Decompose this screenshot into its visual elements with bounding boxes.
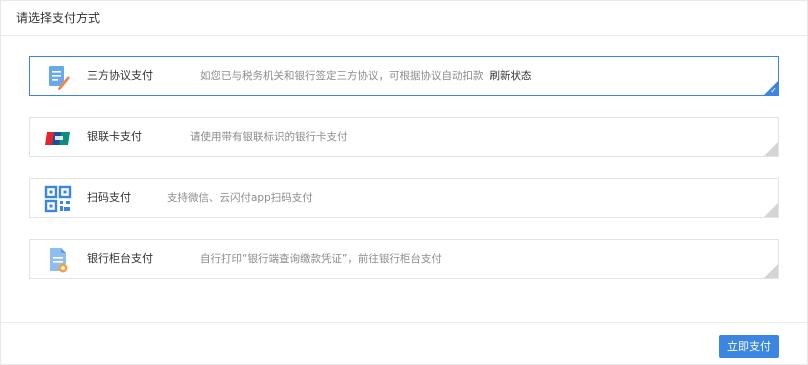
payment-option-tripartite[interactable]: 三方协议支付 如您已与税务机关和银行签定三方协议，可根据协议自动扣款 刷新状态 ✓ bbox=[29, 56, 779, 96]
panel-title: 请选择支付方式 bbox=[1, 1, 807, 36]
bank-voucher-icon bbox=[44, 246, 72, 274]
payment-option-unionpay[interactable]: 银联卡支付 请使用带有银联标识的银行卡支付 bbox=[29, 117, 779, 157]
pay-now-button[interactable]: 立即支付 bbox=[719, 335, 779, 358]
option-description: 如您已与税务机关和银行签定三方协议，可根据协议自动扣款 刷新状态 bbox=[200, 70, 532, 82]
checkmark-icon: ✓ bbox=[770, 86, 777, 95]
corner-marker bbox=[764, 203, 778, 217]
option-description: 自行打印“银行端查询缴款凭证”，前往银行柜台支付 bbox=[200, 253, 442, 265]
payment-option-bank-counter[interactable]: 银行柜台支付 自行打印“银行端查询缴款凭证”，前往银行柜台支付 bbox=[29, 239, 779, 279]
option-title: 银行柜台支付 bbox=[87, 252, 153, 265]
qr-code-icon bbox=[44, 185, 72, 213]
footer-bar: 立即支付 bbox=[1, 322, 807, 365]
option-title: 扫码支付 bbox=[87, 191, 131, 204]
option-title: 三方协议支付 bbox=[87, 69, 153, 82]
corner-marker bbox=[764, 264, 778, 278]
refresh-status-link[interactable]: 刷新状态 bbox=[490, 70, 532, 82]
payment-option-qrcode[interactable]: 扫码支付 支持微信、云闪付app扫码支付 bbox=[29, 178, 779, 218]
option-description: 支持微信、云闪付app扫码支付 bbox=[167, 192, 313, 204]
unionpay-card-icon bbox=[44, 124, 72, 152]
document-edit-icon bbox=[44, 63, 72, 91]
payment-options-list: 三方协议支付 如您已与税务机关和银行签定三方协议，可根据协议自动扣款 刷新状态 ✓… bbox=[29, 56, 779, 300]
payment-method-panel: 请选择支付方式 三方协议支付 如您已与税务机关和银行签定三方协议，可根据协议自动… bbox=[0, 0, 808, 365]
option-description: 请使用带有银联标识的银行卡支付 bbox=[190, 131, 348, 143]
corner-marker bbox=[764, 142, 778, 156]
option-title: 银联卡支付 bbox=[87, 130, 142, 143]
